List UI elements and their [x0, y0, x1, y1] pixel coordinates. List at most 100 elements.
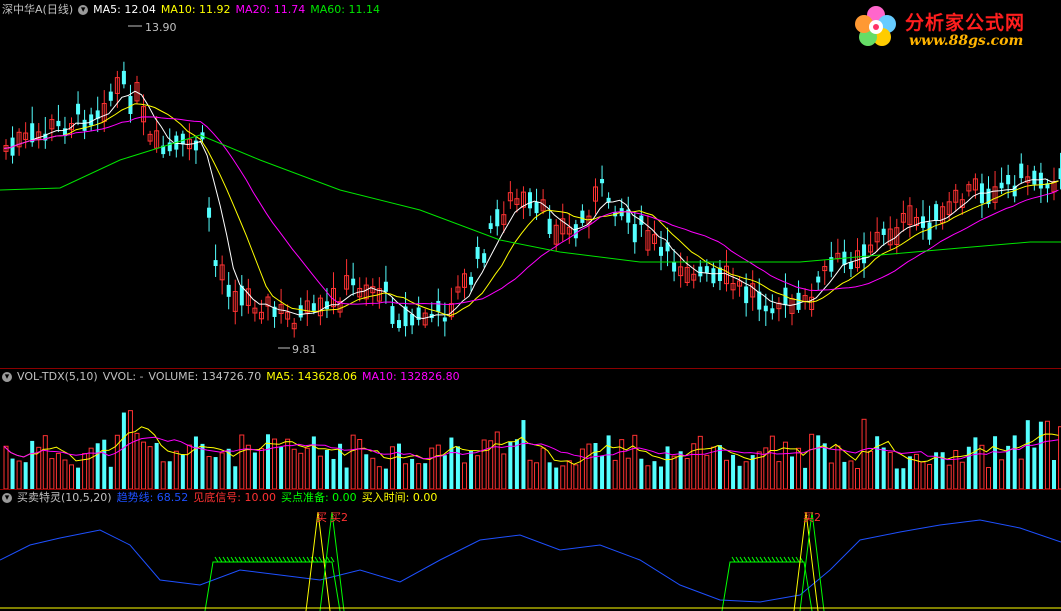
buy-time-label: 买入时间: 0.00 — [361, 491, 438, 504]
volume-bar — [868, 450, 874, 489]
settings-circle-icon[interactable]: ▾ — [78, 5, 89, 15]
volume-bar — [979, 444, 985, 489]
signal-hatch — [731, 556, 736, 563]
volume-chart-pane[interactable]: ▾ VOL-TDX(5,10) VVOL: - VOLUME: 134726.70 MA… — [0, 369, 1061, 489]
candle-body — [927, 222, 932, 240]
signal-hatch — [226, 556, 231, 563]
candle-body — [56, 120, 61, 127]
signal-plateau — [204, 561, 341, 611]
volume-bar — [684, 458, 690, 489]
volume-bar — [180, 454, 185, 489]
signal-hatch — [302, 556, 307, 563]
volume-header: ▾ VOL-TDX(5,10) VVOL: - VOLUME: 134726.70 MA… — [2, 370, 465, 384]
candle-body — [528, 192, 532, 209]
volume-bar — [966, 446, 971, 489]
volume-bar — [501, 453, 507, 489]
candle-body — [580, 210, 585, 223]
volume-bar — [357, 439, 363, 489]
candle-body — [213, 260, 218, 267]
volume-bar — [848, 460, 854, 489]
volume-bar — [887, 451, 893, 489]
volume-bar — [239, 434, 245, 489]
volume-bar — [324, 449, 329, 489]
candle-body — [600, 179, 605, 184]
candle-body — [1032, 170, 1037, 185]
volume-bar — [272, 438, 278, 489]
signal-hatch — [326, 556, 331, 563]
ma60-label: MA60: 11.14 — [310, 3, 380, 16]
candle-body — [796, 292, 801, 310]
volume-bar — [206, 456, 212, 489]
candle-body — [475, 246, 480, 259]
volume-bar — [200, 443, 205, 489]
settings-circle-icon[interactable]: ▾ — [2, 493, 12, 503]
volume-bar — [481, 439, 487, 489]
candle-body — [632, 224, 637, 243]
signal-hatch — [298, 556, 303, 563]
volume-ma5-line — [3, 426, 1059, 465]
volume-bar — [102, 439, 107, 489]
volume-bar — [828, 462, 834, 489]
volume-bar — [108, 466, 113, 489]
volume-bar — [901, 468, 906, 489]
volume-bar — [193, 436, 198, 489]
volume-bar — [521, 420, 526, 489]
volume-bar — [652, 461, 657, 489]
volume-bar — [304, 447, 310, 489]
candle-body — [82, 119, 87, 131]
volume-bar — [704, 454, 710, 489]
volume-bar — [625, 457, 631, 489]
signal-hatch — [242, 556, 247, 563]
volume-bar — [423, 463, 428, 489]
price-chart-pane[interactable]: 13.90 9.81 深中华A(日线) ▾ MA5: 12.04 MA10: 11.92… — [0, 0, 1061, 368]
volume-bar — [540, 447, 546, 489]
volume-bar — [469, 450, 474, 489]
signal-hatch — [306, 556, 311, 563]
volume-bar — [350, 434, 356, 489]
volume-bar — [134, 432, 140, 489]
volume-bar — [76, 467, 81, 489]
candle-body — [698, 266, 703, 277]
volume-bar — [23, 462, 28, 489]
signal-hatch — [779, 556, 784, 563]
logo-url: www.88gs.com — [909, 33, 1024, 49]
volume-bar — [671, 455, 677, 489]
volume-bar — [861, 418, 867, 489]
candle-body — [89, 114, 94, 126]
volume-bar — [449, 437, 454, 489]
bottom-signal-label: 见底信号: 10.00 — [193, 491, 276, 504]
ma10-line — [3, 103, 1059, 317]
signal-hatch — [771, 556, 776, 563]
signal-hatch — [270, 556, 275, 563]
buy2-marker: 买2 — [803, 511, 821, 524]
signal-hatch — [238, 556, 243, 563]
signal-hatch — [330, 556, 335, 563]
volume-bar — [842, 461, 847, 489]
volume-bar — [639, 458, 644, 489]
site-logo: 分析家公式网 www.88gs.com — [853, 4, 1053, 54]
volume-bar — [769, 435, 775, 489]
candle-body — [881, 228, 886, 235]
trend-label: 趋势线: 68.52 — [116, 491, 189, 504]
volume-bar — [291, 448, 297, 489]
volume-chart[interactable] — [0, 369, 1061, 489]
indicator-chart-pane[interactable]: 买买2 买2 ▾ 买卖特灵(10,5,20) 趋势线: 68.52 见底信号: 10.0… — [0, 490, 1061, 611]
candle-body — [704, 266, 709, 273]
volume-bar — [397, 443, 401, 489]
volume-bar — [173, 450, 179, 489]
volume-bar — [435, 444, 441, 489]
signal-hatch — [274, 556, 279, 563]
volume-bar — [383, 468, 388, 489]
volume-bar — [750, 455, 755, 489]
candle-body — [763, 305, 768, 312]
settings-circle-icon[interactable]: ▾ — [2, 372, 12, 382]
volume-bar — [245, 444, 251, 489]
candlestick-chart[interactable]: 13.90 9.81 — [0, 0, 1061, 368]
low-price-label: 9.81 — [292, 343, 317, 356]
candle-body — [436, 300, 441, 312]
stock-title: 深中华A(日线) — [2, 3, 74, 16]
volume-bar — [147, 446, 153, 489]
indicator-chart[interactable]: 买买2 买2 — [0, 490, 1061, 611]
volume-bar — [790, 456, 794, 489]
volume-bar — [913, 453, 919, 489]
